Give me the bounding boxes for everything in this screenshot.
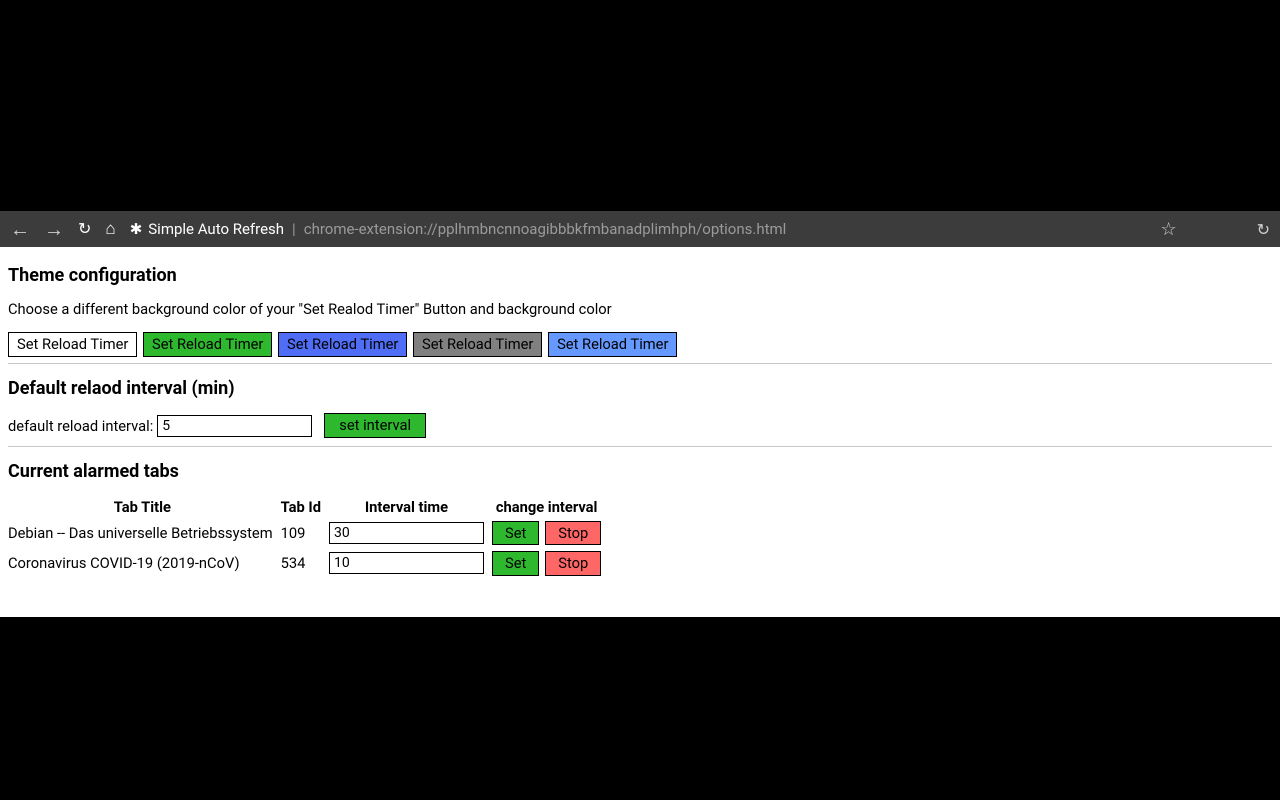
- nav-controls: ← → ↻ ⌂: [10, 219, 116, 239]
- table-row: Debian -- Das universelle Betriebssystem…: [8, 518, 605, 548]
- stop-button[interactable]: Stop: [545, 521, 601, 545]
- reload-icon-right[interactable]: ↻: [1257, 220, 1270, 239]
- reload-icon[interactable]: ↻: [78, 221, 91, 237]
- url-display: chrome-extension://pplhmbncnnoagibbbkfmb…: [304, 220, 787, 238]
- tab-interval-cell: [325, 518, 488, 548]
- default-interval-row: default reload interval: set interval: [8, 413, 1272, 437]
- table-row: Coronavirus COVID-19 (2019-nCoV) 534 Set…: [8, 548, 605, 578]
- page-title: Simple Auto Refresh: [148, 220, 284, 238]
- col-change: change interval: [488, 496, 605, 518]
- col-interval: Interval time: [325, 496, 488, 518]
- theme-heading: Theme configuration: [8, 265, 1272, 286]
- tab-id-cell: 534: [277, 548, 325, 578]
- col-title: Tab Title: [8, 496, 277, 518]
- home-icon[interactable]: ⌂: [105, 221, 115, 238]
- theme-button-lightblue[interactable]: Set Reload Timer: [548, 332, 677, 357]
- set-button[interactable]: Set: [492, 551, 539, 575]
- divider: [8, 446, 1272, 447]
- page-content: Theme configuration Choose a different b…: [0, 247, 1280, 617]
- default-interval-label: default reload interval:: [8, 417, 153, 435]
- tab-actions-cell: Set Stop: [488, 518, 605, 548]
- table-header-row: Tab Title Tab Id Interval time change in…: [8, 496, 605, 518]
- set-button[interactable]: Set: [492, 521, 539, 545]
- default-interval-input[interactable]: [157, 415, 312, 437]
- theme-button-blue[interactable]: Set Reload Timer: [278, 332, 407, 357]
- col-id: Tab Id: [277, 496, 325, 518]
- default-interval-heading: Default relaod interval (min): [8, 378, 1272, 399]
- bookmark-icon[interactable]: ☆: [1160, 219, 1176, 240]
- stop-button[interactable]: Stop: [545, 551, 601, 575]
- alarmed-tabs-table: Tab Title Tab Id Interval time change in…: [8, 496, 605, 579]
- tab-actions-cell: Set Stop: [488, 548, 605, 578]
- extension-icon: ✱: [130, 220, 143, 238]
- browser-toolbar: ← → ↻ ⌂ ✱ Simple Auto Refresh | chrome-e…: [0, 211, 1280, 247]
- theme-button-white[interactable]: Set Reload Timer: [8, 332, 137, 357]
- tab-title-cell: Debian -- Das universelle Betriebssystem: [8, 518, 277, 548]
- alarmed-tabs-heading: Current alarmed tabs: [8, 461, 1272, 482]
- theme-button-row: Set Reload Timer Set Reload Timer Set Re…: [8, 332, 1272, 357]
- set-interval-button[interactable]: set interval: [324, 413, 426, 437]
- interval-input[interactable]: [329, 552, 484, 574]
- tab-title-cell: Coronavirus COVID-19 (2019-nCoV): [8, 548, 277, 578]
- theme-button-green[interactable]: Set Reload Timer: [143, 332, 272, 357]
- title-url-separator: |: [292, 220, 296, 238]
- forward-icon[interactable]: →: [44, 219, 64, 239]
- interval-input[interactable]: [329, 522, 484, 544]
- theme-description: Choose a different background color of y…: [8, 300, 1272, 318]
- divider: [8, 363, 1272, 364]
- theme-button-gray[interactable]: Set Reload Timer: [413, 332, 542, 357]
- tab-id-cell: 109: [277, 518, 325, 548]
- back-icon[interactable]: ←: [10, 219, 30, 239]
- tab-interval-cell: [325, 548, 488, 578]
